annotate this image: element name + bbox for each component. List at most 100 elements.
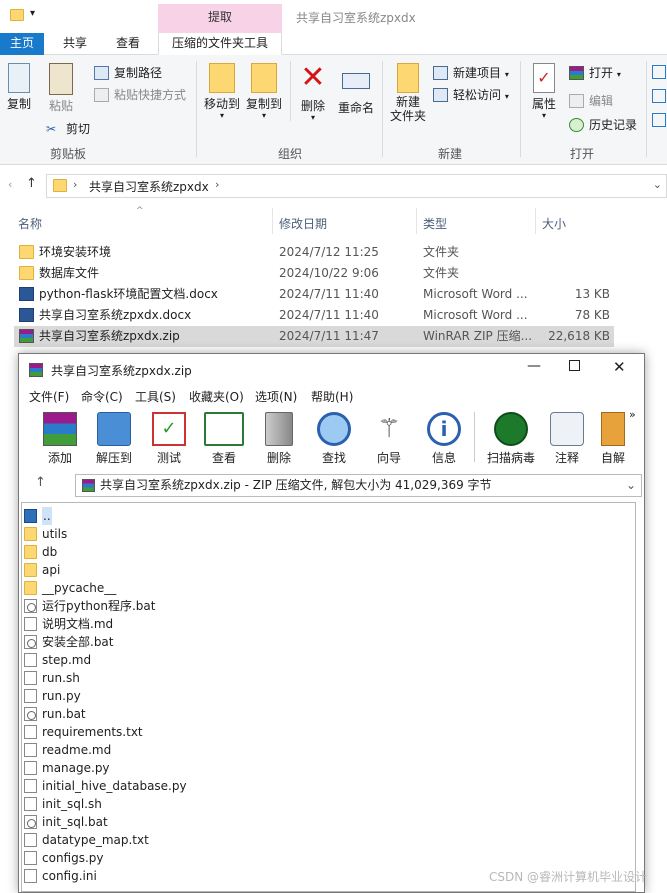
up-arrow-icon[interactable]: ↑	[35, 475, 46, 490]
view-button[interactable]: 查看	[198, 412, 250, 466]
copy-button[interactable]: 复制	[4, 63, 34, 112]
toolbar-overflow-icon[interactable]: »	[629, 408, 636, 421]
menu-help[interactable]: 帮助(H)	[311, 388, 353, 405]
column-divider[interactable]	[416, 208, 417, 234]
paste-shortcut-button[interactable]: 粘贴快捷方式	[94, 85, 186, 105]
new-item-icon	[433, 66, 448, 80]
test-label: 测试	[156, 451, 181, 465]
item-name: config.ini	[42, 869, 97, 883]
copy-path-label: 复制路径	[114, 66, 163, 80]
organize-group-label: 组织	[278, 147, 303, 161]
magnifier-icon	[317, 412, 351, 446]
virus-scan-icon	[494, 412, 528, 446]
file-row-selected[interactable]: 共享自习室系统zpxdx.zip 2024/7/11 11:47 WinRAR …	[14, 326, 614, 347]
menu-commands[interactable]: 命令(C)	[81, 388, 123, 405]
tab-compressed-folder-tools[interactable]: 压缩的文件夹工具	[158, 33, 282, 55]
item-name: run.py	[42, 689, 81, 703]
file-date: 2024/10/22 9:06	[279, 266, 379, 280]
column-type[interactable]: 类型	[423, 215, 447, 232]
address-box[interactable]: › 共享自习室系统zpxdx › ⌄	[46, 174, 667, 198]
file-size: 13 KB	[574, 287, 610, 301]
column-divider[interactable]	[535, 208, 536, 234]
properties-icon: ✓	[533, 63, 555, 93]
extract-to-button[interactable]: 解压到	[88, 412, 140, 466]
tab-share[interactable]: 共享	[55, 33, 95, 55]
menu-options[interactable]: 选项(N)	[255, 388, 297, 405]
maximize-icon[interactable]	[569, 360, 580, 371]
tab-view[interactable]: 查看	[108, 33, 148, 55]
magic-wand-icon: ⚚	[377, 414, 401, 444]
menu-favorites[interactable]: 收藏夹(O)	[189, 388, 244, 405]
file-row[interactable]: python-flask环境配置文档.docx 2024/7/11 11:40 …	[14, 284, 614, 305]
rename-button[interactable]: 重命名	[336, 63, 376, 116]
select-none-icon[interactable]	[652, 89, 666, 103]
column-name[interactable]: 名称	[18, 215, 42, 232]
folder-icon	[24, 545, 37, 559]
settings-file-icon	[24, 869, 37, 883]
add-label: 添加	[47, 451, 72, 465]
menu-file[interactable]: 文件(F)	[29, 388, 69, 405]
tab-home[interactable]: 主页	[0, 33, 44, 55]
chevron-down-icon: ▾	[219, 111, 224, 120]
up-folder-icon	[24, 509, 37, 523]
new-item-label: 新建项目	[453, 66, 502, 80]
easy-access-label: 轻松访问	[453, 88, 502, 102]
comment-button[interactable]: 注释	[541, 412, 593, 466]
rename-label: 重命名	[337, 101, 374, 115]
back-arrow-icon[interactable]: ‹	[8, 178, 12, 191]
minimize-icon[interactable]: —	[527, 358, 541, 374]
wizard-button[interactable]: ⚚ 向导	[363, 412, 415, 466]
quick-access-dropdown-icon[interactable]: ▾	[30, 8, 35, 19]
file-row[interactable]: 数据库文件 2024/10/22 9:06 文件夹	[14, 263, 614, 284]
view-label: 查看	[211, 451, 236, 465]
find-label: 查找	[321, 451, 346, 465]
up-arrow-icon[interactable]: ↑	[26, 176, 37, 191]
add-button[interactable]: 添加	[34, 412, 86, 466]
archive-path-box[interactable]: 共享自习室系统zpxdx.zip - ZIP 压缩文件, 解包大小为 41,02…	[75, 474, 642, 497]
file-icon	[24, 761, 37, 775]
edit-button[interactable]: 编辑	[569, 91, 613, 111]
history-icon	[569, 118, 584, 132]
easy-access-button[interactable]: 轻松访问 ▾	[433, 85, 509, 105]
close-icon[interactable]: ✕	[613, 358, 626, 376]
move-to-button[interactable]: 移动到 ▾	[202, 63, 242, 120]
column-date[interactable]: 修改日期	[279, 215, 327, 232]
paste-button[interactable]: 粘贴	[46, 63, 76, 114]
history-button[interactable]: 历史记录	[569, 115, 637, 135]
window-title: 共享自习室系统zpxdx	[296, 11, 416, 25]
extract-context-tab[interactable]: 提取	[158, 4, 282, 33]
select-all-icon[interactable]	[652, 65, 666, 79]
file-row[interactable]: 环境安装环境 2024/7/12 11:25 文件夹	[14, 242, 614, 263]
properties-button[interactable]: ✓ 属性 ▾	[528, 63, 560, 120]
item-name: 运行python程序.bat	[42, 599, 156, 613]
test-button[interactable]: ✓ 测试	[143, 412, 195, 466]
menu-tools[interactable]: 工具(S)	[135, 388, 176, 405]
archive-file-list[interactable]: .. utils db api __pycache__ 运行python程序.b…	[21, 502, 636, 892]
chevron-down-icon[interactable]: ⌄	[653, 178, 662, 191]
file-name: 环境安装环境	[39, 245, 112, 259]
scan-virus-button[interactable]: 扫描病毒	[483, 412, 539, 466]
comment-icon	[550, 412, 584, 446]
find-button[interactable]: 查找	[308, 412, 360, 466]
breadcrumb[interactable]: 共享自习室系统zpxdx	[89, 178, 209, 195]
delete-button[interactable]: 删除	[253, 412, 305, 466]
new-item-button[interactable]: 新建项目 ▾	[433, 63, 509, 83]
file-row[interactable]: 共享自习室系统zpxdx.docx 2024/7/11 11:40 Micros…	[14, 305, 614, 326]
delete-button[interactable]: ✕ 删除 ▾	[298, 63, 328, 122]
cut-button[interactable]: ✂ 剪切	[46, 119, 90, 139]
copy-path-button[interactable]: 复制路径	[94, 63, 162, 83]
file-icon	[24, 689, 37, 703]
chevron-down-icon[interactable]: ⌄	[626, 475, 636, 496]
history-label: 历史记录	[589, 118, 638, 132]
column-divider[interactable]	[272, 208, 273, 234]
sfx-button[interactable]: 自解	[593, 412, 633, 466]
file-size: 22,618 KB	[548, 329, 610, 343]
copy-to-button[interactable]: 复制到 ▾	[244, 63, 284, 120]
info-button[interactable]: i 信息	[418, 412, 470, 466]
invert-selection-icon[interactable]	[652, 113, 666, 127]
new-folder-button[interactable]: 新建 文件夹	[388, 63, 428, 123]
word-icon	[19, 308, 34, 322]
column-size[interactable]: 大小	[542, 215, 566, 232]
open-button[interactable]: 打开 ▾	[569, 63, 621, 83]
winrar-window: 共享自习室系统zpxdx.zip — ✕ 文件(F) 命令(C) 工具(S) 收…	[18, 353, 645, 893]
